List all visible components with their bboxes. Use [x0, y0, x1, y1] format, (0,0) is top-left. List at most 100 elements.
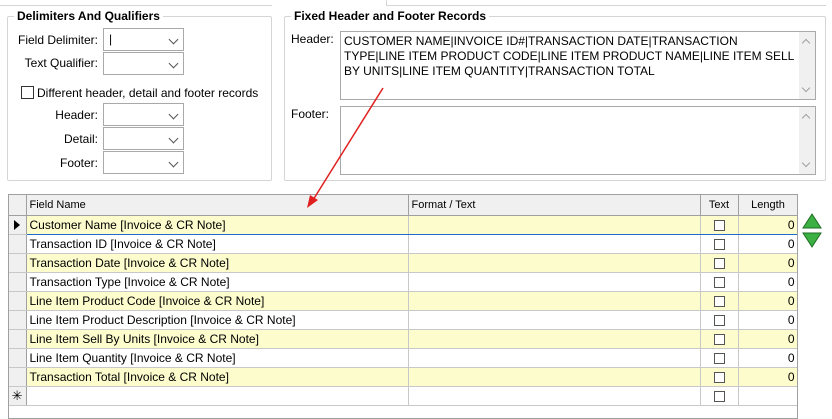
- scroll-up-icon[interactable]: [801, 113, 811, 123]
- text-cell[interactable]: [700, 367, 739, 387]
- text-checkbox[interactable]: [713, 295, 725, 307]
- column-header-format[interactable]: Format / Text: [408, 195, 701, 216]
- table-row[interactable]: Customer Name [Invoice & CR Note] 0: [9, 214, 797, 235]
- top-panel-left-edge: [0, 0, 272, 6]
- format-cell[interactable]: [408, 386, 701, 406]
- different-records-checkbox[interactable]: [21, 86, 34, 99]
- scroll-up-icon[interactable]: [801, 38, 811, 48]
- table-row[interactable]: Line Item Quantity [Invoice & CR Note] 0: [9, 348, 797, 368]
- row-selector[interactable]: [9, 291, 27, 311]
- length-cell[interactable]: 0: [738, 310, 797, 330]
- field-name-cell[interactable]: [26, 386, 409, 406]
- field-name-cell[interactable]: Line Item Quantity [Invoice & CR Note]: [26, 348, 409, 368]
- field-name-cell[interactable]: Transaction ID [Invoice & CR Note]: [26, 234, 409, 254]
- text-checkbox[interactable]: [713, 352, 725, 364]
- fixed-footer-textarea[interactable]: [340, 106, 816, 175]
- length-cell[interactable]: [738, 386, 797, 406]
- format-cell[interactable]: [408, 214, 701, 235]
- field-name-cell[interactable]: Line Item Product Description [Invoice &…: [26, 310, 409, 330]
- row-selector[interactable]: [9, 272, 27, 292]
- length-cell[interactable]: 0: [738, 234, 797, 254]
- table-row[interactable]: Transaction ID [Invoice & CR Note] 0: [9, 234, 797, 254]
- row-selector[interactable]: [9, 234, 27, 254]
- fields-table: Field Name Format / Text Text Length Cus…: [9, 195, 797, 406]
- format-cell[interactable]: [408, 310, 701, 330]
- column-header-length[interactable]: Length: [738, 195, 797, 216]
- new-row[interactable]: ✳: [9, 386, 797, 406]
- field-name-cell[interactable]: Transaction Total [Invoice & CR Note]: [26, 367, 409, 387]
- table-row[interactable]: Transaction Total [Invoice & CR Note] 0: [9, 367, 797, 387]
- fixed-footer-label: Footer:: [291, 107, 330, 121]
- length-cell[interactable]: 0: [738, 214, 797, 235]
- length-cell[interactable]: 0: [738, 367, 797, 387]
- format-cell[interactable]: [408, 234, 701, 254]
- row-selector[interactable]: [9, 215, 27, 235]
- column-header-field-name[interactable]: Field Name: [26, 195, 409, 216]
- text-cell[interactable]: [700, 329, 739, 349]
- format-cell[interactable]: [408, 253, 701, 273]
- field-name-cell[interactable]: Customer Name [Invoice & CR Note]: [26, 214, 409, 235]
- column-header-text[interactable]: Text: [700, 195, 739, 216]
- text-qualifier-select[interactable]: [103, 52, 184, 75]
- length-cell[interactable]: 0: [738, 291, 797, 311]
- fixed-header-textarea[interactable]: CUSTOMER NAME|INVOICE ID#|TRANSACTION DA…: [340, 31, 816, 100]
- text-cell[interactable]: [700, 272, 739, 292]
- format-cell[interactable]: [408, 348, 701, 368]
- fields-grid[interactable]: Field Name Format / Text Text Length Cus…: [8, 194, 798, 419]
- text-cell[interactable]: [700, 253, 739, 273]
- row-selector[interactable]: [9, 253, 27, 273]
- text-checkbox[interactable]: [713, 333, 725, 345]
- field-delimiter-select[interactable]: |: [103, 28, 184, 51]
- text-cell[interactable]: [700, 386, 739, 406]
- move-up-button[interactable]: [802, 213, 822, 230]
- row-selector[interactable]: [9, 329, 27, 349]
- length-cell[interactable]: 0: [738, 329, 797, 349]
- header-delimiter-select[interactable]: [103, 103, 184, 126]
- field-name-cell[interactable]: Transaction Date [Invoice & CR Note]: [26, 253, 409, 273]
- field-name-cell[interactable]: Line Item Sell By Units [Invoice & CR No…: [26, 329, 409, 349]
- text-checkbox[interactable]: [713, 314, 725, 326]
- row-selector[interactable]: ✳: [9, 386, 27, 406]
- text-cell[interactable]: [700, 234, 739, 254]
- header-delimiter-label: Header:: [55, 108, 98, 122]
- text-checkbox[interactable]: [713, 390, 725, 402]
- row-selector[interactable]: [9, 310, 27, 330]
- footer-delimiter-select[interactable]: [103, 151, 184, 174]
- text-cell[interactable]: [700, 291, 739, 311]
- chevron-down-icon: [168, 133, 179, 144]
- text-checkbox[interactable]: [713, 219, 725, 231]
- text-cell[interactable]: [700, 214, 739, 235]
- text-checkbox[interactable]: [713, 276, 725, 288]
- text-checkbox[interactable]: [713, 371, 725, 383]
- text-cell[interactable]: [700, 348, 739, 368]
- format-cell[interactable]: [408, 291, 701, 311]
- chevron-down-icon: [168, 157, 179, 168]
- move-down-button[interactable]: [802, 231, 822, 248]
- length-cell[interactable]: 0: [738, 253, 797, 273]
- text-cell[interactable]: [700, 310, 739, 330]
- format-cell[interactable]: [408, 329, 701, 349]
- text-checkbox[interactable]: [713, 238, 725, 250]
- length-cell[interactable]: 0: [738, 272, 797, 292]
- scroll-down-icon[interactable]: [801, 83, 811, 93]
- table-row[interactable]: Line Item Product Description [Invoice &…: [9, 310, 797, 330]
- table-row[interactable]: Line Item Product Code [Invoice & CR Not…: [9, 291, 797, 311]
- format-cell[interactable]: [408, 272, 701, 292]
- footer-scrollbar[interactable]: [799, 107, 815, 174]
- detail-delimiter-select[interactable]: [103, 127, 184, 150]
- field-name-cell[interactable]: Transaction Type [Invoice & CR Note]: [26, 272, 409, 292]
- format-cell[interactable]: [408, 367, 701, 387]
- text-checkbox[interactable]: [713, 257, 725, 269]
- table-row[interactable]: Transaction Date [Invoice & CR Note] 0: [9, 253, 797, 273]
- fixed-header-label: Header:: [291, 32, 334, 46]
- table-row[interactable]: Transaction Type [Invoice & CR Note] 0: [9, 272, 797, 292]
- triangle-up-icon: [802, 213, 822, 229]
- row-selector[interactable]: [9, 348, 27, 368]
- table-row[interactable]: Line Item Sell By Units [Invoice & CR No…: [9, 329, 797, 349]
- row-selector[interactable]: [9, 367, 27, 387]
- field-name-cell[interactable]: Line Item Product Code [Invoice & CR Not…: [26, 291, 409, 311]
- scroll-down-icon[interactable]: [801, 158, 811, 168]
- chevron-down-icon: [168, 58, 179, 69]
- header-scrollbar[interactable]: [799, 32, 815, 99]
- length-cell[interactable]: 0: [738, 348, 797, 368]
